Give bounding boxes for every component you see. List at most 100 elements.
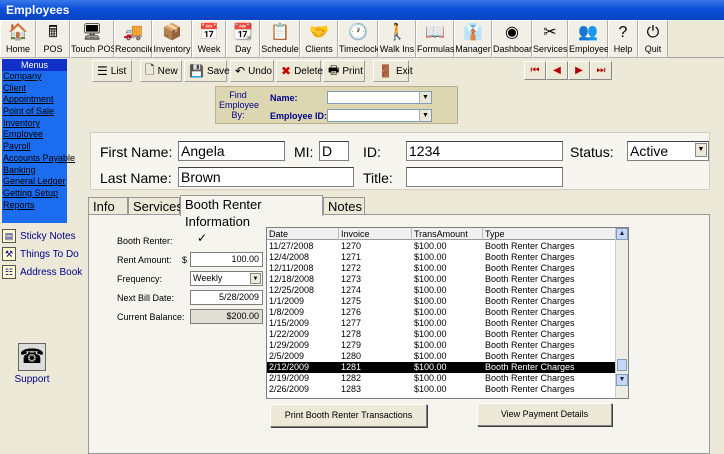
transactions-scrollbar[interactable]: ▲ ▼ — [615, 228, 628, 398]
delete-button[interactable]: ✖ Delete — [276, 60, 323, 82]
sidebar-item-payroll[interactable]: Payroll — [2, 141, 67, 153]
toolbar-button-label: Employees — [569, 44, 614, 54]
scroll-thumb[interactable] — [617, 359, 627, 371]
list-button[interactable]: ☰ List — [92, 60, 132, 82]
sidebar-item-point-of-sale[interactable]: Point of Sale — [2, 106, 67, 118]
toolbar-day-button[interactable]: 📆 Day — [226, 20, 260, 58]
toolbar-home-button[interactable]: 🏠 Home — [0, 20, 36, 58]
id-field[interactable]: 1234 — [406, 141, 563, 161]
home-icon: 🏠 — [8, 24, 28, 41]
view-payment-details-button[interactable]: View Payment Details — [477, 403, 612, 426]
table-row[interactable]: 12/18/2008 1273 $100.00 Booth Renter Charge… — [267, 274, 616, 285]
toolbar-walk-ins-button[interactable]: 🚶 Walk Ins — [378, 20, 416, 58]
toolbar-services-button[interactable]: ✂ Services — [532, 20, 568, 58]
sidebar-item-inventory[interactable]: Inventory — [2, 118, 67, 130]
toolbar-week-button[interactable]: 📅 Week — [192, 20, 226, 58]
transactions-grid[interactable]: Date Invoice TransAmount Type 11/27/2008… — [266, 227, 629, 399]
toolbar-employees-button[interactable]: 👥 Employees — [568, 20, 614, 58]
sidebar-item-client[interactable]: Client — [2, 83, 67, 95]
toolbar-dashboard-button[interactable]: ◉ Dashboard — [492, 20, 537, 58]
sidebar-item-company[interactable]: Company — [2, 71, 67, 83]
table-row[interactable]: 1/29/2009 1279 $100.00 Booth Renter Charges — [267, 340, 616, 351]
table-cell: Booth Renter Charges — [485, 241, 575, 251]
sidebar-item-general-ledger[interactable]: General Ledger — [2, 176, 67, 188]
inventory-icon: 📦 — [162, 24, 182, 41]
table-row[interactable]: 1/15/2009 1277 $100.00 Booth Renter Charges — [267, 318, 616, 329]
toolbar-help-button[interactable]: ? Help — [608, 20, 638, 58]
table-row[interactable]: 12/25/2008 1274 $100.00 Booth Renter Charge… — [267, 285, 616, 296]
last-name-field[interactable]: Brown — [178, 167, 354, 187]
toolbar-clients-button[interactable]: 🤝 Clients — [300, 20, 338, 58]
find-id-combo[interactable]: ▼ — [327, 109, 432, 122]
rent-amount-label: Rent Amount: — [117, 255, 172, 265]
scroll-down-icon[interactable]: ▼ — [616, 374, 628, 386]
save-button[interactable]: 💾 Save — [184, 60, 230, 82]
mi-field[interactable]: D — [319, 141, 349, 161]
print-booth-renter-transactions-button[interactable]: Print Booth Renter Transactions — [270, 404, 427, 427]
exit-button[interactable]: 🚪 Exit — [373, 60, 413, 82]
sidebar-item-accounts-payable[interactable]: Accounts Payable — [2, 153, 75, 165]
sidebar-link-address-book[interactable]: ☷ Address Book — [2, 264, 82, 280]
toolbar-pos-button[interactable]: 🖩 POS — [36, 20, 70, 58]
table-row[interactable]: 1/8/2009 1276 $100.00 Booth Renter Charges — [267, 307, 616, 318]
toolbar-button-label: Help — [613, 44, 633, 54]
print-button[interactable]: 🖶 Print — [323, 60, 365, 82]
new-button[interactable]: 🗋 New — [140, 60, 182, 82]
sidebar-link-sticky-notes[interactable]: ▤ Sticky Notes — [2, 228, 76, 244]
cash-register-icon: 🖩 — [48, 24, 58, 41]
table-cell: $100.00 — [414, 263, 447, 273]
booth-renter-checkbox[interactable]: ✓ — [196, 232, 208, 244]
toolbar-button-label: Quit — [644, 44, 662, 54]
title-field[interactable] — [406, 167, 563, 187]
sidebar-item-appointment[interactable]: Appointment — [2, 94, 67, 106]
column-header-invoice[interactable]: Invoice — [339, 228, 412, 240]
table-row[interactable]: 2/19/2009 1282 $100.00 Booth Renter Charges — [267, 373, 616, 384]
next-bill-date-field[interactable]: 5/28/2009 — [190, 290, 263, 305]
last-record-button[interactable]: ⏭ — [590, 61, 612, 80]
table-row[interactable]: 2/12/2009 1281 $100.00 Booth Renter Charges — [267, 362, 616, 373]
column-header-date[interactable]: Date — [267, 228, 339, 240]
rent-amount-field[interactable]: 100.00 — [190, 252, 263, 267]
frequency-select[interactable]: Weekly ▼ — [190, 271, 263, 286]
previous-record-button[interactable]: ◀ — [546, 61, 568, 80]
status-select[interactable]: Active ▼ — [627, 141, 709, 161]
table-row[interactable]: 1/22/2009 1278 $100.00 Booth Renter Charges — [267, 329, 616, 340]
first-name-field[interactable]: Angela — [178, 141, 285, 161]
sidebar-item-reports[interactable]: Reports — [2, 200, 67, 212]
column-header-transamount[interactable]: TransAmount — [412, 228, 483, 240]
toolbar-timeclock-button[interactable]: 🕐 Timeclock — [338, 20, 379, 58]
toolbar-formulas-button[interactable]: 📖 Formulas — [416, 20, 455, 58]
undo-button[interactable]: ↶ Undo — [230, 60, 274, 82]
table-row[interactable]: 12/11/2008 1272 $100.00 Booth Renter Charge… — [267, 263, 616, 274]
toolbar-quit-button[interactable]: ⏻ Quit — [638, 20, 668, 58]
first-record-button[interactable]: ⏮ — [524, 61, 546, 80]
tab-services[interactable]: Services — [128, 197, 183, 215]
find-employee-panel: Find Employee By: Name: ▼ Employee ID: ▼ — [215, 86, 458, 124]
tab-info[interactable]: Info — [88, 197, 128, 215]
sidebar-item-getting-setup[interactable]: Getting Setup — [2, 188, 67, 200]
toolbar-touch-pos-button[interactable]: 🖥 Touch POS — [70, 20, 117, 58]
table-row[interactable]: 2/26/2009 1283 $100.00 Booth Renter Charges — [267, 384, 616, 395]
sidebar-item-banking[interactable]: Banking — [2, 165, 67, 177]
next-record-button[interactable]: ▶ — [568, 61, 590, 80]
column-header-type[interactable]: Type — [483, 228, 616, 240]
sidebar-link-things-to-do[interactable]: ⚒ Things To Do — [2, 246, 79, 262]
table-row[interactable]: 2/5/2009 1280 $100.00 Booth Renter Charges — [267, 351, 616, 362]
toolbar-inventory-button[interactable]: 📦 Inventory — [152, 20, 192, 58]
table-row[interactable]: 1/1/2009 1275 $100.00 Booth Renter Charges — [267, 296, 616, 307]
table-cell: $100.00 — [414, 329, 447, 339]
table-cell: $100.00 — [414, 285, 447, 295]
table-row[interactable]: 11/27/2008 1270 $100.00 Booth Renter Charge… — [267, 241, 616, 252]
tab-notes[interactable]: Notes — [323, 197, 365, 215]
support-button[interactable]: ☎ Support — [12, 343, 52, 385]
find-name-combo[interactable]: ▼ — [327, 91, 432, 104]
toolbar-reconcile-button[interactable]: 🚚 Reconcile — [114, 20, 155, 58]
sidebar-item-employee[interactable]: Employee — [2, 129, 67, 141]
toolbar-manager-button[interactable]: 👔 Manager — [454, 20, 492, 58]
quit-icon: ⏻ — [646, 24, 660, 41]
chevron-down-icon: ▼ — [419, 110, 431, 121]
table-row[interactable]: 12/4/2008 1271 $100.00 Booth Renter Charges — [267, 252, 616, 263]
scroll-up-icon[interactable]: ▲ — [616, 228, 628, 240]
tab-booth-renter-information[interactable]: Booth Renter Information — [180, 195, 323, 229]
toolbar-schedule-button[interactable]: 📋 Schedule — [260, 20, 300, 58]
